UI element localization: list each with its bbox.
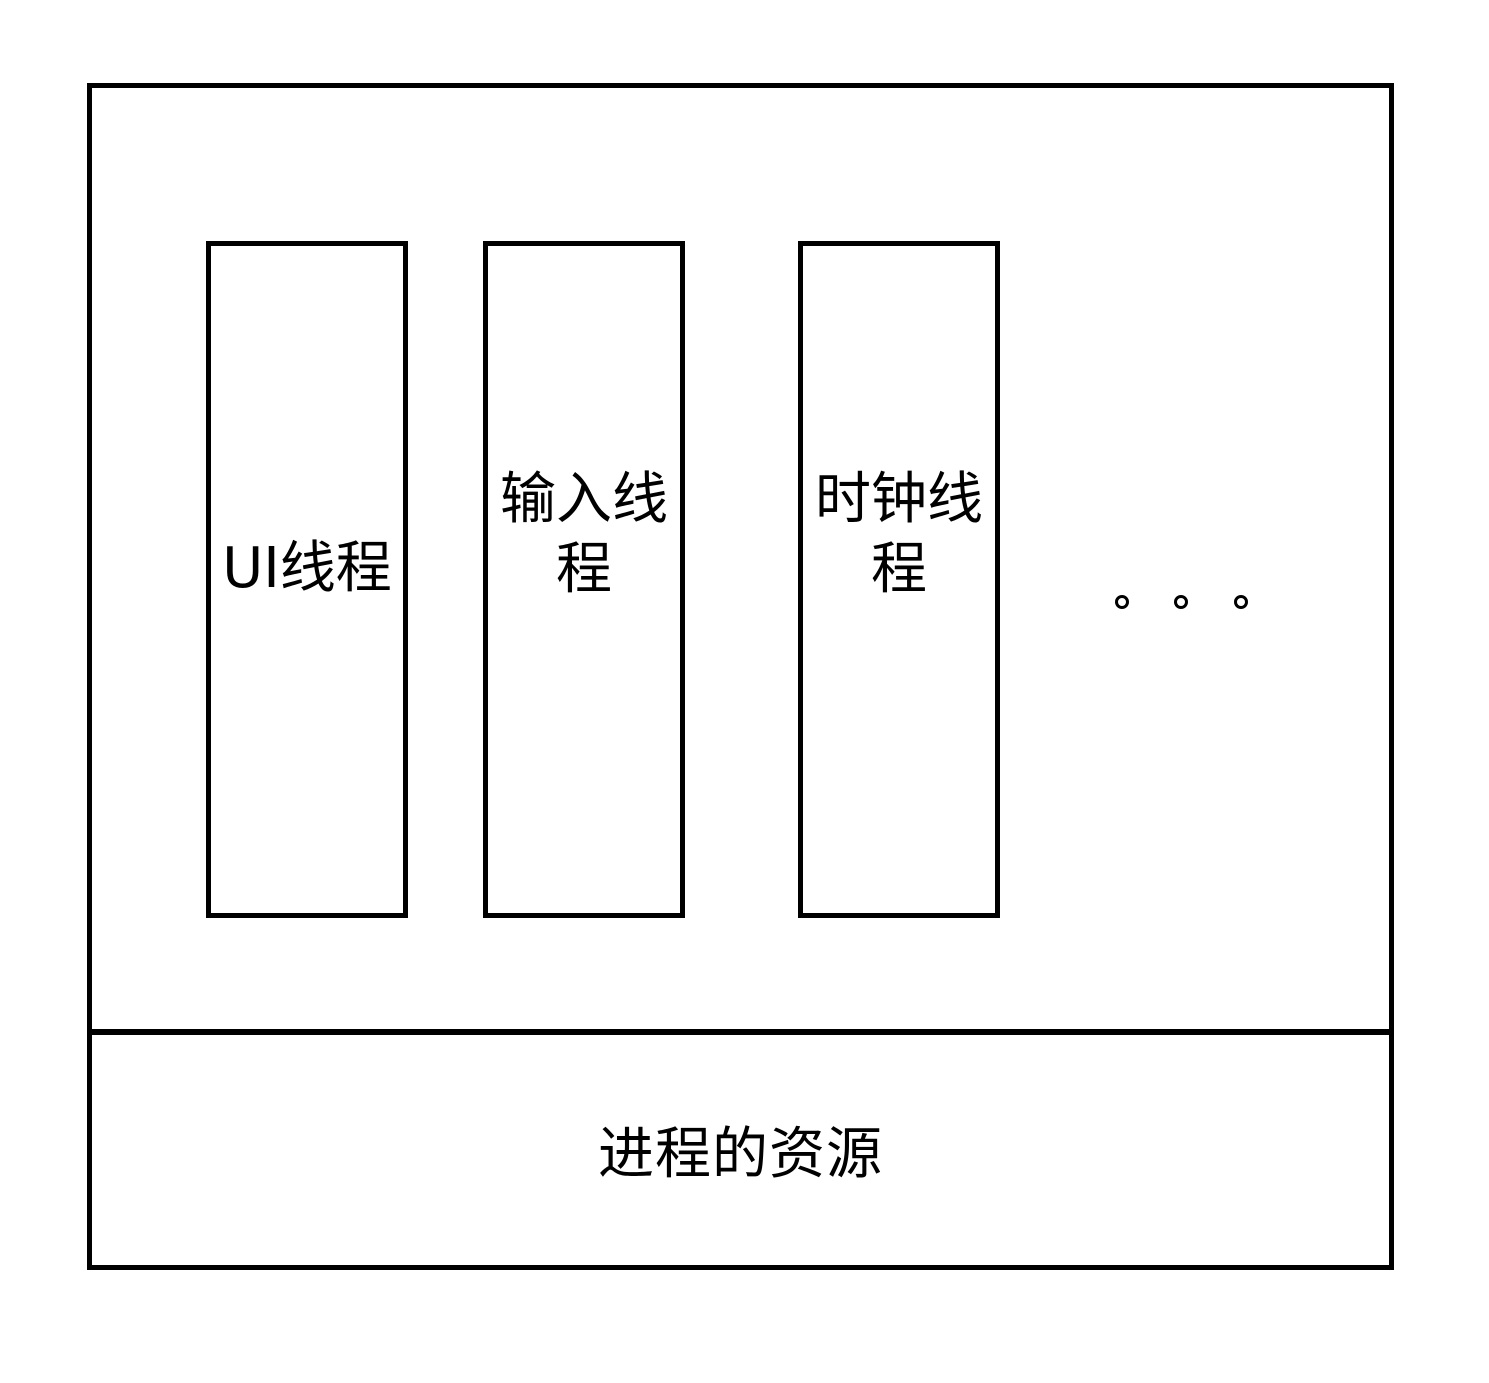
process-box: UI线程 输入线程 时钟线程 进程的资源 — [87, 83, 1394, 1270]
thread-box-ui: UI线程 — [206, 241, 408, 918]
more-threads-ellipsis — [1107, 588, 1277, 618]
ellipsis-dot — [1115, 595, 1129, 609]
thread-label-input: 输入线程 — [500, 466, 668, 602]
process-resources-label: 进程的资源 — [598, 1121, 883, 1187]
process-resources-area: 进程的资源 — [92, 1029, 1389, 1265]
ellipsis-dot — [1234, 595, 1248, 609]
thread-box-clock: 时钟线程 — [798, 241, 1000, 918]
thread-label-ui: UI线程 — [222, 535, 392, 601]
ellipsis-dot — [1174, 595, 1188, 609]
thread-area: UI线程 输入线程 时钟线程 — [92, 88, 1389, 1032]
thread-label-clock: 时钟线程 — [815, 466, 983, 602]
thread-box-input: 输入线程 — [483, 241, 685, 918]
